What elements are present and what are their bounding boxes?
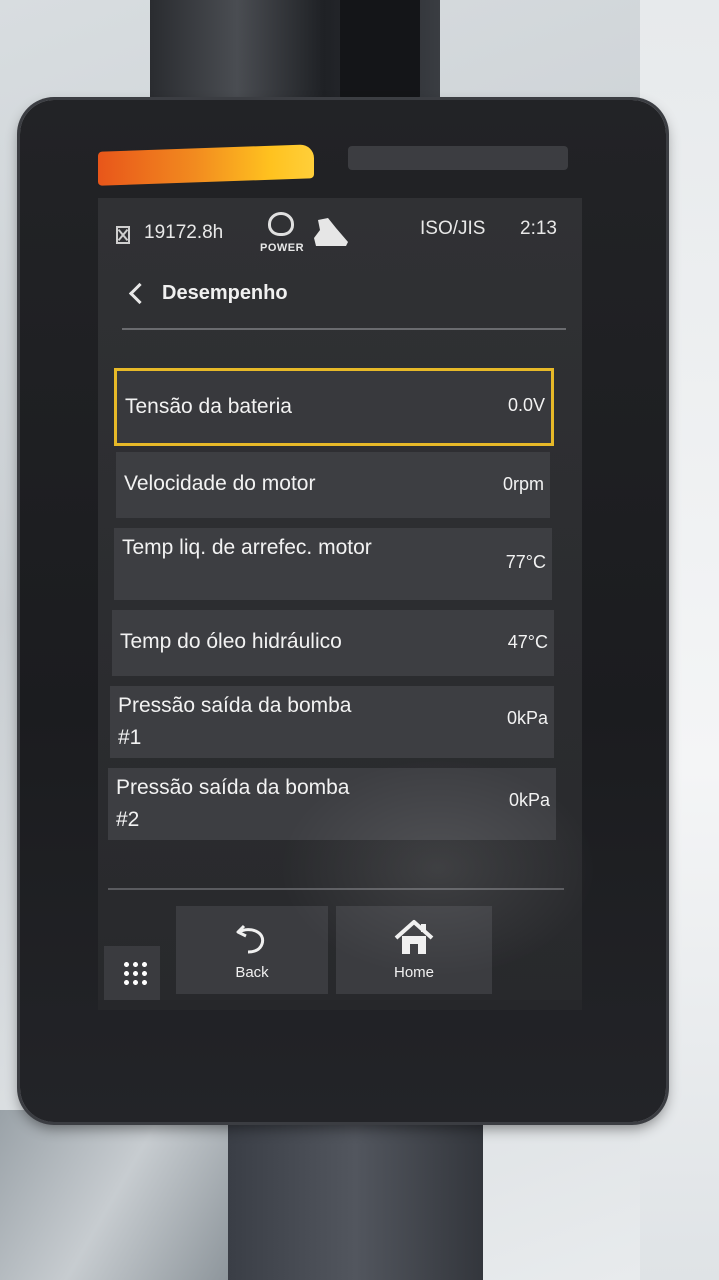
list-item-label: Pressão saída da bomba #2 [116, 776, 350, 831]
power-mode-icon [268, 212, 294, 236]
list-item[interactable]: Pressão saída da bomba #1 0kPa [110, 686, 554, 758]
list-item[interactable]: Velocidade do motor 0rpm [116, 452, 550, 518]
standard-indicator: ISO/JIS [420, 218, 486, 239]
list-item-value: 0kPa [508, 790, 550, 810]
list-item[interactable]: Temp do óleo hidráulico 47°C [112, 610, 554, 676]
photo-scene: 19172.8h POWER ISO/JIS 2:13 Desempenho T… [0, 0, 719, 1280]
list-item-value: 0rpm [502, 474, 544, 494]
page-header[interactable]: Desempenho [98, 272, 582, 330]
indicator-bar-gray [348, 146, 568, 170]
list-item[interactable]: Tensão da bateria 0.0V [114, 368, 554, 446]
hour-meter-value: 19172.8h [144, 222, 224, 243]
back-button[interactable]: Back [176, 906, 328, 994]
bottom-bar [98, 1000, 582, 1010]
clock: 2:13 [520, 218, 557, 239]
list-item-value: 0.0V [507, 395, 545, 415]
page-title: Desempenho [162, 282, 288, 304]
menu-grid-button[interactable] [104, 946, 160, 1000]
home-button[interactable]: Home [336, 906, 492, 994]
home-icon [394, 920, 434, 954]
back-chevron-icon[interactable] [128, 282, 151, 305]
list-item-label: Velocidade do motor [124, 472, 316, 495]
list-item-value: 0kPa [506, 708, 548, 728]
list-item[interactable]: Temp liq. de arrefec. motor 77°C [114, 528, 552, 600]
list-item-label: Tensão da bateria [125, 395, 292, 418]
hour-meter-icon [116, 226, 130, 244]
back-button-label: Back [235, 964, 269, 981]
power-mode-label: POWER [260, 242, 305, 254]
list-item-label: Pressão saída da bomba #1 [118, 694, 352, 749]
list-item-value: 77°C [505, 552, 546, 572]
list-item-label: Temp do óleo hidráulico [120, 630, 342, 653]
list-item-label: Temp liq. de arrefec. motor [122, 536, 372, 559]
bucket-icon [314, 218, 348, 246]
display-screen: 19172.8h POWER ISO/JIS 2:13 Desempenho T… [98, 198, 598, 1010]
list-item[interactable]: Pressão saída da bomba #2 0kPa [108, 768, 556, 840]
menu-grid-icon [122, 960, 148, 986]
monitor-mount-bottom [228, 1120, 483, 1280]
nav-divider [108, 888, 564, 890]
status-bar: 19172.8h POWER ISO/JIS 2:13 [98, 198, 582, 262]
home-button-label: Home [393, 964, 434, 981]
header-divider [122, 328, 566, 330]
undo-arrow-icon [236, 924, 265, 954]
list-item-value: 47°C [507, 632, 548, 652]
cab-floor [0, 1110, 230, 1280]
